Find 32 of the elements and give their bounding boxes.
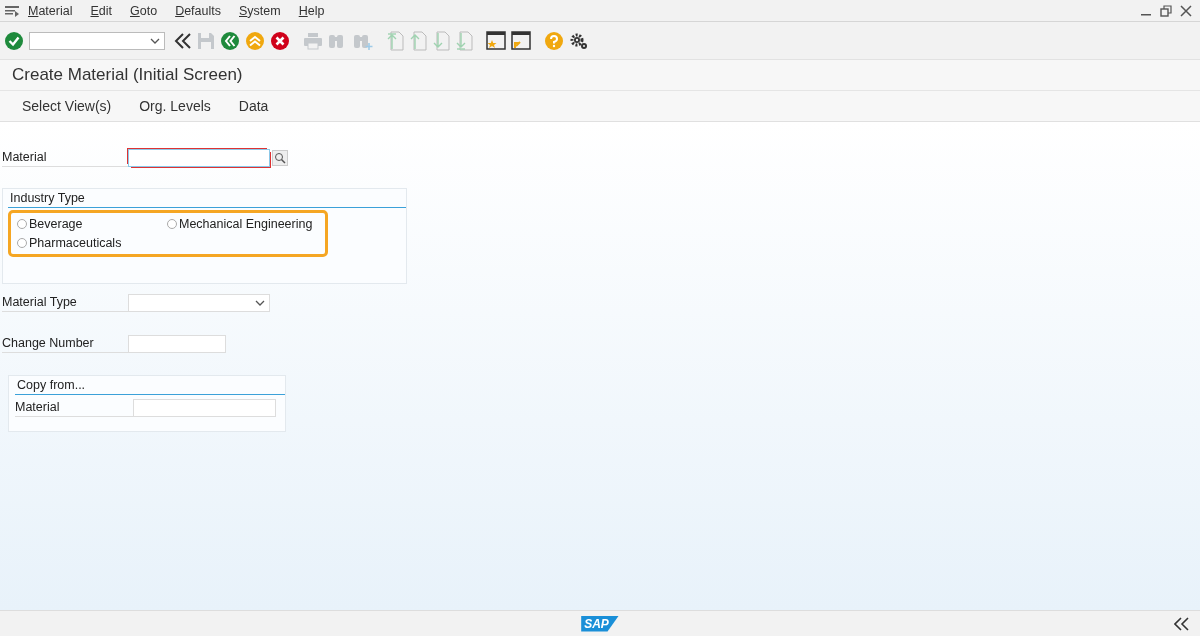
dropdown-field[interactable] [128, 293, 270, 312]
input-field[interactable] [128, 334, 226, 353]
search-help-icon[interactable] [272, 149, 288, 166]
menu-icon[interactable] [4, 4, 20, 17]
double-chevron-left-icon[interactable] [174, 31, 192, 50]
input-field[interactable] [128, 148, 270, 167]
logo: SAP [581, 615, 619, 632]
command-field[interactable] [29, 31, 165, 50]
radio-button[interactable]: Mechanical Engineering [167, 217, 319, 231]
close-icon[interactable] [1180, 4, 1192, 17]
group-title: Copy from... [15, 376, 285, 395]
group-title: Industry Type [8, 189, 406, 208]
checkmark-icon[interactable] [4, 30, 24, 51]
input-field[interactable] [133, 398, 276, 417]
toolbar-button[interactable]: Data [238, 98, 269, 114]
screen-title: Create Material (Initial Screen) [12, 65, 243, 85]
radio-button[interactable]: Pharmaceuticals [17, 236, 167, 250]
toolbar-button[interactable]: Select View(s) [22, 98, 112, 114]
cancel-icon[interactable] [270, 30, 290, 51]
radio-button[interactable]: Beverage [17, 217, 167, 231]
restore-icon[interactable] [1160, 4, 1172, 17]
toolbar-button[interactable]: Org. Levels [139, 98, 211, 114]
chevron-down-icon[interactable] [255, 299, 265, 306]
back-icon[interactable] [220, 30, 240, 51]
menu-item[interactable]: Material [28, 3, 73, 18]
menu-item[interactable]: Help [298, 3, 325, 18]
menu-item[interactable]: Goto [130, 3, 158, 18]
menu-item[interactable]: Edit [90, 3, 112, 18]
chevron-down-icon[interactable] [150, 37, 160, 44]
menu-item[interactable]: Defaults [175, 3, 221, 18]
menu-item[interactable]: System [239, 3, 281, 18]
double-chevron-left-icon[interactable] [1174, 616, 1190, 631]
